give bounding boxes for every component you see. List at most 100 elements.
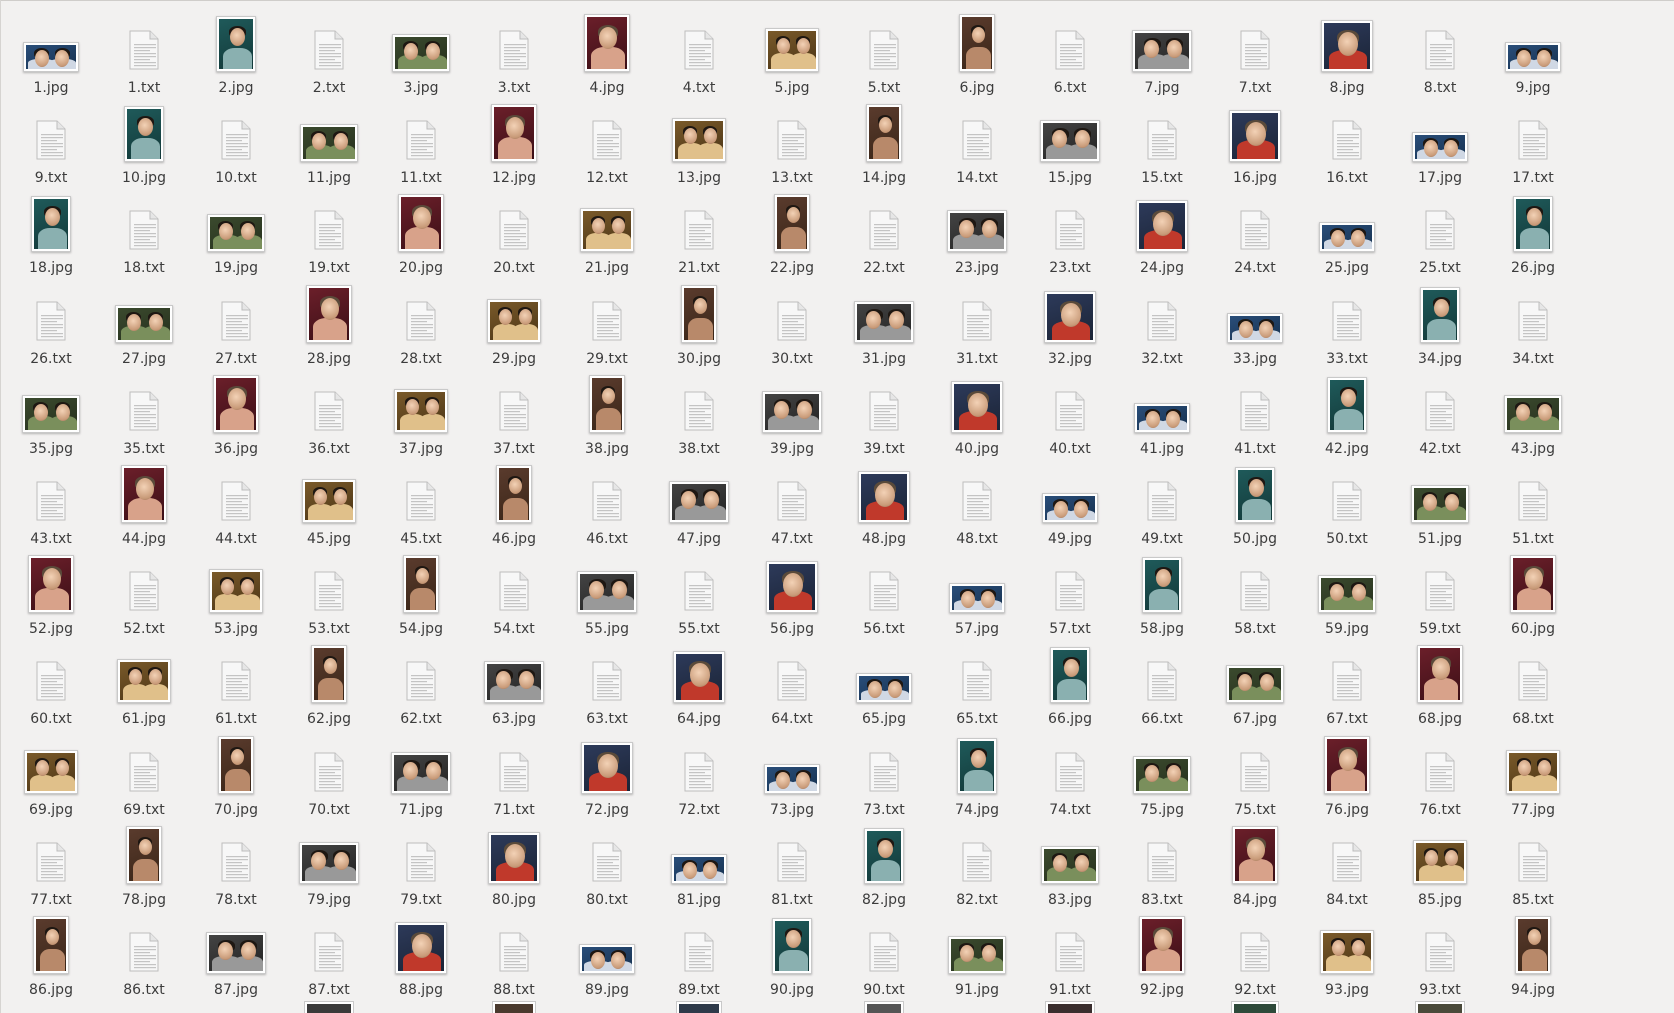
file-item-59-jpg[interactable]: 59.jpg: [1301, 547, 1393, 637]
file-item-42-txt[interactable]: 42.txt: [1394, 367, 1486, 457]
file-item-10-jpg[interactable]: 10.jpg: [98, 96, 190, 186]
file-item-37-txt[interactable]: 37.txt: [468, 367, 560, 457]
file-item-26-txt[interactable]: 26.txt: [5, 277, 97, 367]
file-item-13-txt[interactable]: 13.txt: [746, 96, 838, 186]
file-item-72-txt[interactable]: 72.txt: [653, 728, 745, 818]
file-item-91-txt[interactable]: 91.txt: [1024, 908, 1116, 998]
file-item-35-jpg[interactable]: 35.jpg: [5, 367, 97, 457]
file-item-50-txt[interactable]: 50.txt: [1301, 457, 1393, 547]
file-item-41-jpg[interactable]: 41.jpg: [1116, 367, 1208, 457]
file-item-79-jpg[interactable]: 79.jpg: [283, 818, 375, 908]
file-item-83-txt[interactable]: 83.txt: [1116, 818, 1208, 908]
file-item-41-txt[interactable]: 41.txt: [1209, 367, 1301, 457]
file-item-9-txt[interactable]: 9.txt: [5, 96, 97, 186]
file-item-36-txt[interactable]: 36.txt: [283, 367, 375, 457]
file-item-73-txt[interactable]: 73.txt: [838, 728, 930, 818]
file-item-79-txt[interactable]: 79.txt: [375, 818, 467, 908]
file-item-63-txt[interactable]: 63.txt: [561, 637, 653, 727]
file-item-27-jpg[interactable]: 27.jpg: [98, 277, 190, 367]
file-item-36-jpg[interactable]: 36.jpg: [190, 367, 282, 457]
file-item-58-txt[interactable]: 58.txt: [1209, 547, 1301, 637]
file-item-8-jpg[interactable]: 8.jpg: [1301, 6, 1393, 96]
file-item-4-txt[interactable]: 4.txt: [653, 6, 745, 96]
file-item-70-txt[interactable]: 70.txt: [283, 728, 375, 818]
file-item-83-jpg[interactable]: 83.jpg: [1024, 818, 1116, 908]
file-item-67-txt[interactable]: 67.txt: [1301, 637, 1393, 727]
file-item-17-txt[interactable]: 17.txt: [1487, 96, 1579, 186]
file-item-33-txt[interactable]: 33.txt: [1301, 277, 1393, 367]
file-item-69-jpg[interactable]: 69.jpg: [5, 728, 97, 818]
file-item-87-txt[interactable]: 87.txt: [283, 908, 375, 998]
file-item-71-jpg[interactable]: 71.jpg: [375, 728, 467, 818]
file-item-64-txt[interactable]: 64.txt: [746, 637, 838, 727]
file-item-88-txt[interactable]: 88.txt: [468, 908, 560, 998]
file-item-27-txt[interactable]: 27.txt: [190, 277, 282, 367]
file-item-88-jpg[interactable]: 88.jpg: [375, 908, 467, 998]
file-item-46-txt[interactable]: 46.txt: [561, 457, 653, 547]
file-item-65-txt[interactable]: 65.txt: [931, 637, 1023, 727]
file-item-42-jpg[interactable]: 42.jpg: [1301, 367, 1393, 457]
file-item-60-jpg[interactable]: 60.jpg: [1487, 547, 1579, 637]
file-item-19-txt[interactable]: 19.txt: [283, 186, 375, 276]
file-item-76-txt[interactable]: 76.txt: [1394, 728, 1486, 818]
file-item-54-txt[interactable]: 54.txt: [468, 547, 560, 637]
file-item-68-jpg[interactable]: 68.jpg: [1394, 637, 1486, 727]
file-item-19-jpg[interactable]: 19.jpg: [190, 186, 282, 276]
file-item-65-jpg[interactable]: 65.jpg: [838, 637, 930, 727]
file-item-12-txt[interactable]: 12.txt: [561, 96, 653, 186]
file-item-93-jpg[interactable]: 93.jpg: [1301, 908, 1393, 998]
file-item-21-jpg[interactable]: 21.jpg: [561, 186, 653, 276]
file-item-59-txt[interactable]: 59.txt: [1394, 547, 1486, 637]
file-item-78-jpg[interactable]: 78.jpg: [98, 818, 190, 908]
file-item-89-jpg[interactable]: 89.jpg: [561, 908, 653, 998]
file-item-66-jpg[interactable]: 66.jpg: [1024, 637, 1116, 727]
file-item-32-txt[interactable]: 32.txt: [1116, 277, 1208, 367]
file-item-47-txt[interactable]: 47.txt: [746, 457, 838, 547]
file-item-30-jpg[interactable]: 30.jpg: [653, 277, 745, 367]
file-item-23-txt[interactable]: 23.txt: [1024, 186, 1116, 276]
file-item-56-txt[interactable]: 56.txt: [838, 547, 930, 637]
file-item-15-txt[interactable]: 15.txt: [1116, 96, 1208, 186]
file-item-48-jpg[interactable]: 48.jpg: [838, 457, 930, 547]
file-item-55-txt[interactable]: 55.txt: [653, 547, 745, 637]
file-item-26-jpg[interactable]: 26.jpg: [1487, 186, 1579, 276]
file-item-33-jpg[interactable]: 33.jpg: [1209, 277, 1301, 367]
file-item-62-jpg[interactable]: 62.jpg: [283, 637, 375, 727]
file-item-60-txt[interactable]: 60.txt: [5, 637, 97, 727]
file-item-38-txt[interactable]: 38.txt: [653, 367, 745, 457]
file-item-49-jpg[interactable]: 49.jpg: [1024, 457, 1116, 547]
file-item-74-txt[interactable]: 74.txt: [1024, 728, 1116, 818]
file-item-44-jpg[interactable]: 44.jpg: [98, 457, 190, 547]
file-item-29-jpg[interactable]: 29.jpg: [468, 277, 560, 367]
file-item-18-txt[interactable]: 18.txt: [98, 186, 190, 276]
file-item-17-jpg[interactable]: 17.jpg: [1394, 96, 1486, 186]
file-item-6-txt[interactable]: 6.txt: [1024, 6, 1116, 96]
file-item-40-txt[interactable]: 40.txt: [1024, 367, 1116, 457]
file-item-15-jpg[interactable]: 15.jpg: [1024, 96, 1116, 186]
file-item-82-txt[interactable]: 82.txt: [931, 818, 1023, 908]
file-item-5-txt[interactable]: 5.txt: [838, 6, 930, 96]
file-item-28-jpg[interactable]: 28.jpg: [283, 277, 375, 367]
file-item-90-jpg[interactable]: 90.jpg: [746, 908, 838, 998]
file-item-3-jpg[interactable]: 3.jpg: [375, 6, 467, 96]
file-item-66-txt[interactable]: 66.txt: [1116, 637, 1208, 727]
file-item-53-txt[interactable]: 53.txt: [283, 547, 375, 637]
file-item-57-jpg[interactable]: 57.jpg: [931, 547, 1023, 637]
file-item-2-jpg[interactable]: 2.jpg: [190, 6, 282, 96]
file-item-73-jpg[interactable]: 73.jpg: [746, 728, 838, 818]
file-item-13-jpg[interactable]: 13.jpg: [653, 96, 745, 186]
file-item-20-txt[interactable]: 20.txt: [468, 186, 560, 276]
file-item-77-txt[interactable]: 77.txt: [5, 818, 97, 908]
file-item-87-jpg[interactable]: 87.jpg: [190, 908, 282, 998]
file-item-5-jpg[interactable]: 5.jpg: [746, 6, 838, 96]
file-item-1-txt[interactable]: 1.txt: [98, 6, 190, 96]
file-item-23-jpg[interactable]: 23.jpg: [931, 186, 1023, 276]
file-item-85-jpg[interactable]: 85.jpg: [1394, 818, 1486, 908]
file-item-58-jpg[interactable]: 58.jpg: [1116, 547, 1208, 637]
file-item-70-jpg[interactable]: 70.jpg: [190, 728, 282, 818]
file-item-71-txt[interactable]: 71.txt: [468, 728, 560, 818]
file-item-24-txt[interactable]: 24.txt: [1209, 186, 1301, 276]
file-item-69-txt[interactable]: 69.txt: [98, 728, 190, 818]
file-item-86-jpg[interactable]: 86.jpg: [5, 908, 97, 998]
file-item-10-txt[interactable]: 10.txt: [190, 96, 282, 186]
